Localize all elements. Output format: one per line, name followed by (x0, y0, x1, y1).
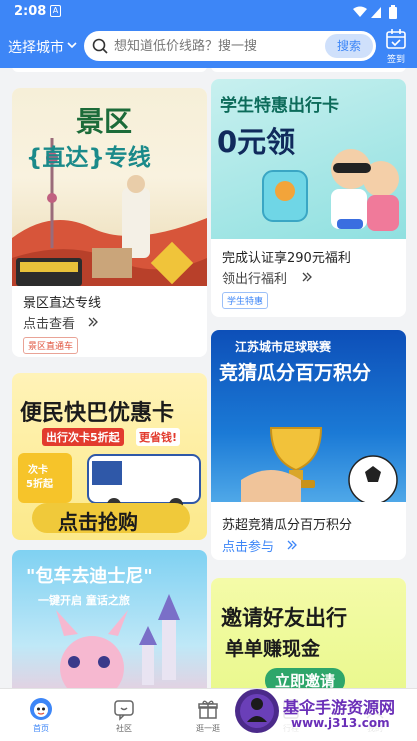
invite-banner-image: 邀请好友出行 单单赚现金 立即邀请 (211, 578, 406, 688)
city-selector[interactable]: 选择城市 (8, 37, 64, 57)
football-card-title: 苏超竞猜瓜分百万积分 (222, 518, 353, 533)
convenience-banner-card-discount: 5折起 (26, 479, 53, 490)
football-banner-title: 竞猜瓜分百万积分 (219, 362, 372, 384)
convenience-banner-title: 便民快巴优惠卡 (20, 401, 175, 426)
tab-home-label: 首页 (33, 724, 49, 733)
student-card-tag: 学生特惠 (222, 292, 269, 309)
gift-icon (198, 700, 218, 719)
football-banner-league: 江苏城市足球联赛 (235, 340, 332, 354)
status-time: 2:08 (14, 4, 47, 19)
invite-friends-card[interactable]: 邀请好友出行 单单赚现金 立即邀请 (211, 578, 406, 688)
double-chevron-right-icon (88, 317, 98, 327)
tab-community-label: 社区 (116, 724, 132, 733)
checkin-button[interactable]: 签到 (382, 28, 410, 66)
double-chevron-right-icon (302, 272, 312, 282)
scenic-banner-subtitle: {直达}专线 (26, 145, 151, 171)
calendar-icon (386, 29, 406, 49)
scenic-card-tag: 景区直通车 (23, 337, 79, 354)
partial-card-top-left[interactable] (12, 68, 207, 72)
search-bar[interactable]: 搜索 (84, 31, 376, 61)
scenic-banner-title: 景区 (76, 105, 133, 138)
partial-card-top-right[interactable] (211, 68, 406, 72)
scenic-card-link[interactable]: 点击查看 (23, 313, 75, 332)
system-status-icons (353, 5, 397, 19)
student-pass-card[interactable]: 学生特惠出行卡 0元领 完成认证享290元福利 领出行福利 学生特惠 (211, 79, 406, 317)
top-header: 选择城市 搜索 签到 (0, 24, 417, 68)
convenience-buy-button[interactable]: 点击抢购 (58, 506, 138, 535)
student-banner-title: 学生特惠出行卡 (220, 96, 339, 116)
site-watermark: 基伞手游资源网 www.j313.com (233, 682, 417, 741)
community-icon (114, 700, 134, 721)
tab-home[interactable]: 首页 (6, 689, 76, 741)
convenience-banner-tag-2: 更省钱! (136, 428, 181, 446)
search-input[interactable] (114, 37, 324, 55)
invite-banner-title: 邀请好友出行 (221, 606, 347, 630)
football-quiz-card[interactable]: 江苏城市足球联赛 竞猜瓜分百万积分 苏超竞猜瓜分百万积分 点击参与 (211, 330, 406, 560)
scenic-express-card[interactable]: 景区 {直达}专线 景区直达专线 点击查看 景区直通车 (12, 88, 207, 357)
football-banner-image: 江苏城市足球联赛 竞猜瓜分百万积分 (211, 330, 406, 502)
double-chevron-right-icon (287, 540, 297, 550)
convenience-banner-card-label: 次卡 (28, 465, 48, 476)
disney-banner-title: "包车去迪士尼" (26, 566, 153, 587)
feed-content[interactable]: 景区 {直达}专线 景区直达专线 点击查看 景区直通车 学生特惠出行卡 0元领 (0, 68, 417, 688)
student-banner-image: 学生特惠出行卡 0元领 (211, 79, 406, 239)
disney-banner-subtitle: 一键开启 童话之旅 (38, 594, 130, 607)
home-mascot-icon (30, 698, 52, 720)
convenience-banner-image: 便民快巴优惠卡 出行次卡5折起 更省钱! 次卡 5折起 点击抢购 (12, 373, 207, 540)
watermark-line-2: www.j313.com (291, 716, 390, 730)
football-card-link[interactable]: 点击参与 (222, 536, 274, 555)
search-button[interactable]: 搜索 (325, 34, 373, 58)
checkin-label: 签到 (386, 55, 405, 65)
watermark-line-1: 基伞手游资源网 (283, 698, 396, 717)
disney-banner-image: "包车去迪士尼" 一键开启 童话之旅 (12, 550, 207, 688)
invite-banner-subtitle: 单单赚现金 (225, 638, 321, 660)
student-card-link[interactable]: 领出行福利 (222, 268, 287, 287)
convenience-bus-card[interactable]: 便民快巴优惠卡 出行次卡5折起 更省钱! 次卡 5折起 点击抢购 (12, 373, 207, 540)
notification-icon: A (50, 5, 61, 17)
tab-community[interactable]: 社区 (89, 689, 159, 741)
status-bar: 2:08 A (0, 0, 417, 24)
convenience-banner-tag: 出行次卡5折起 (42, 428, 124, 446)
scenic-banner-image: 景区 {直达}专线 (12, 88, 207, 286)
scenic-card-title: 景区直达专线 (23, 296, 102, 311)
student-card-title: 完成认证享290元福利 (222, 251, 351, 266)
search-icon (92, 38, 108, 54)
disney-charter-card[interactable]: "包车去迪士尼" 一键开启 童话之旅 (12, 550, 207, 688)
student-banner-subtitle: 0元领 (217, 125, 296, 159)
chevron-down-icon[interactable] (66, 38, 78, 52)
